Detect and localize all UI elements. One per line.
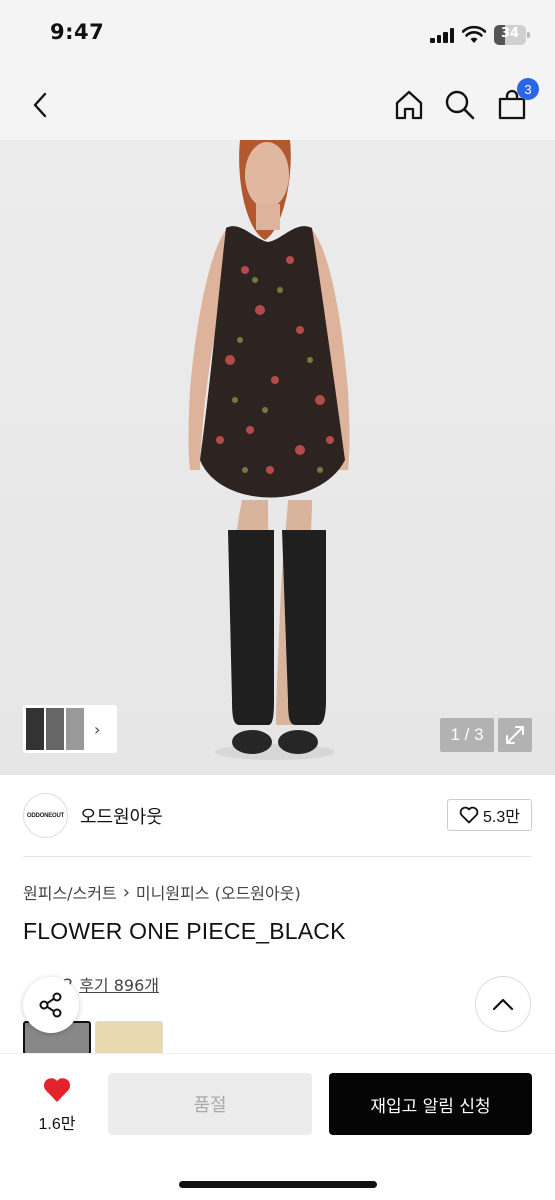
expand-button[interactable] (498, 718, 532, 752)
chevron-right-icon: › (122, 881, 130, 903)
brand-logo[interactable]: ODDONEOUT (23, 793, 68, 838)
nav-bar: 3 (0, 70, 555, 140)
search-icon (445, 90, 475, 120)
back-button[interactable] (22, 86, 60, 124)
chevron-up-icon (492, 998, 514, 1011)
divider (23, 856, 532, 857)
search-button[interactable] (441, 86, 479, 124)
scroll-top-button[interactable] (475, 976, 531, 1032)
brand-row: ODDONEOUT 오드원아웃 5.3만 (0, 775, 555, 857)
cart-button[interactable]: 3 (493, 78, 539, 124)
breadcrumb: 원피스/스커트 › 미니원피스 (오드원아웃) (23, 880, 301, 904)
product-title: FLOWER ONE PIECE_BLACK (23, 918, 346, 944)
battery-level: 34 (500, 26, 520, 41)
product-image[interactable]: › 1 / 3 (0, 140, 555, 775)
battery-icon: 34 (494, 25, 530, 45)
brand-like-count: 5.3만 (483, 809, 520, 826)
breadcrumb-item[interactable]: 미니원피스 (오드원아웃) (136, 880, 301, 904)
sold-out-button[interactable]: 품절 (108, 1073, 312, 1135)
thumbnail[interactable] (46, 708, 64, 750)
home-indicator (179, 1181, 377, 1188)
signal-icon (430, 27, 456, 43)
wish-count: 1.6만 (38, 1116, 76, 1133)
model-photo (188, 140, 350, 760)
image-counter: 1 / 3 (440, 718, 494, 752)
home-button[interactable] (390, 86, 428, 124)
thumbnail[interactable] (66, 708, 84, 750)
share-button[interactable] (23, 977, 79, 1033)
thumbnail[interactable] (26, 708, 44, 750)
heart-filled-icon (43, 1078, 71, 1102)
review-link[interactable]: 후기 896개 (79, 972, 159, 996)
brand-like-button[interactable]: 5.3만 (447, 799, 532, 831)
share-icon (39, 992, 62, 1018)
status-time: 9:47 (50, 20, 105, 44)
home-icon (395, 90, 423, 120)
brand-name[interactable]: 오드원아웃 (80, 803, 163, 829)
restock-alert-button[interactable]: 재입고 알림 신청 (329, 1073, 532, 1135)
wifi-icon (462, 25, 486, 43)
cart-count-badge: 3 (517, 78, 539, 100)
chevron-right-icon: › (94, 719, 101, 739)
wish-button[interactable]: 1.6만 (32, 1076, 82, 1134)
bottom-action-bar: 1.6만 품절 재입고 알림 신청 (0, 1053, 555, 1200)
heart-outline-icon (459, 806, 479, 824)
status-bar: 9:47 34 (0, 0, 555, 70)
breadcrumb-item[interactable]: 원피스/스커트 (23, 880, 117, 904)
expand-icon (506, 726, 524, 744)
chevron-left-icon (33, 92, 47, 118)
gallery-thumbnails[interactable]: › (23, 705, 117, 753)
color-option-alt[interactable] (95, 1021, 163, 1055)
